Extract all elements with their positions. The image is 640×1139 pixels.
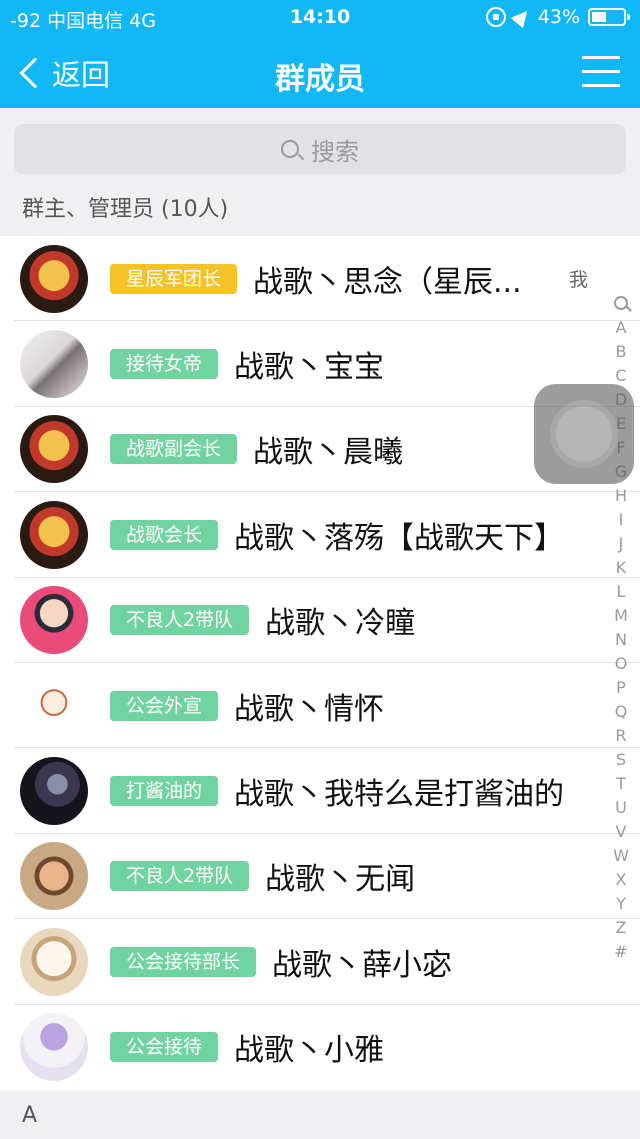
orientation-lock-icon [485, 7, 506, 27]
search-icon [281, 140, 299, 158]
index-letter[interactable]: W [613, 844, 629, 868]
search-placeholder: 搜索 [311, 137, 359, 166]
member-badge: 不良人2带队 [110, 861, 250, 892]
index-letter[interactable]: V [613, 820, 629, 844]
member-badge: 公会接待部长 [110, 946, 257, 977]
member-name: 战歌丶思念（星辰... [253, 264, 522, 300]
member-name: 战歌丶我特么是打酱油的 [234, 777, 565, 813]
app-header: -92 中国电信 4G 14:10 43% 返回 群成员 [0, 0, 640, 108]
avatar [20, 1013, 88, 1082]
menu-button[interactable] [582, 56, 620, 88]
member-name: 战歌丶晨曦 [253, 435, 404, 471]
avatar [20, 330, 88, 399]
status-right: 43% [485, 5, 630, 29]
member-name: 战歌丶冷瞳 [265, 606, 416, 642]
member-list: 星辰军团长 战歌丶思念（星辰... 我 接待女帝 战歌丶宝宝 战歌副会长 战歌丶… [0, 236, 640, 1090]
avatar [20, 500, 88, 569]
navigation-bar: 返回 群成员 [0, 38, 640, 108]
index-letter[interactable]: Q [613, 700, 629, 724]
avatar [20, 586, 88, 655]
member-badge: 公会接待 [110, 1032, 219, 1063]
index-letter[interactable]: K [613, 556, 629, 580]
location-arrow-icon [510, 5, 534, 29]
avatar [20, 842, 88, 911]
index-letter[interactable]: I [613, 508, 629, 532]
member-name: 战歌丶薛小宓 [272, 947, 453, 983]
search-icon[interactable] [614, 296, 628, 310]
search-input[interactable]: 搜索 [14, 124, 626, 174]
member-name: 战歌丶落殇【战歌天下】 [234, 520, 565, 556]
battery-icon [588, 8, 630, 26]
index-letter[interactable]: J [613, 532, 629, 556]
avatar [20, 415, 88, 484]
index-letter[interactable]: X [613, 868, 629, 892]
member-name: 战歌丶无闻 [265, 862, 416, 898]
index-letter[interactable]: S [613, 748, 629, 772]
avatar [20, 244, 88, 313]
member-badge: 战歌副会长 [110, 434, 238, 465]
member-name: 战歌丶小雅 [234, 1033, 385, 1069]
search-area: 搜索 [0, 108, 640, 184]
member-badge: 公会外宣 [110, 690, 219, 721]
list-item[interactable]: 不良人2带队 战歌丶冷瞳 [0, 578, 640, 664]
section-header-admins: 群主、管理员 (10人) [0, 184, 640, 236]
member-badge: 星辰军团长 [110, 263, 238, 294]
member-badge: 战歌会长 [110, 519, 219, 550]
list-item[interactable]: 不良人2带队 战歌丶无闻 [0, 834, 640, 920]
list-item[interactable]: 星辰军团长 战歌丶思念（星辰... 我 [0, 236, 640, 322]
index-letter[interactable]: O [613, 652, 629, 676]
index-letter[interactable]: R [613, 724, 629, 748]
list-item[interactable]: 战歌会长 战歌丶落殇【战歌天下】 [0, 492, 640, 578]
index-letter[interactable]: P [613, 676, 629, 700]
list-item[interactable]: 公会接待 战歌丶小雅 [0, 1005, 640, 1090]
assistive-touch-button[interactable] [534, 384, 634, 484]
status-bar: -92 中国电信 4G 14:10 43% [0, 0, 640, 36]
list-item[interactable]: 打酱油的 战歌丶我特么是打酱油的 [0, 748, 640, 835]
index-letter[interactable]: N [613, 628, 629, 652]
index-letter[interactable]: H [613, 484, 629, 508]
index-letter[interactable]: A [613, 316, 629, 340]
index-letter[interactable]: Z [613, 916, 629, 940]
menu-icon [582, 56, 620, 59]
index-letter[interactable]: U [613, 796, 629, 820]
member-name: 战歌丶情怀 [234, 691, 385, 727]
index-letter[interactable]: M [613, 604, 629, 628]
avatar [20, 757, 88, 826]
avatar [20, 927, 88, 996]
member-badge: 不良人2带队 [110, 605, 250, 636]
index-letter[interactable]: # [613, 940, 629, 964]
index-letter[interactable]: L [613, 580, 629, 604]
avatar [20, 671, 88, 740]
member-name: 战歌丶宝宝 [234, 350, 385, 386]
member-badge: 打酱油的 [110, 776, 219, 807]
me-label: 我 [568, 269, 588, 291]
member-badge: 接待女帝 [110, 349, 219, 380]
index-letter[interactable]: Y [613, 892, 629, 916]
section-header-a: A [0, 1090, 640, 1139]
index-letter[interactable]: B [613, 340, 629, 364]
battery-percent: 43% [537, 6, 580, 28]
index-letter[interactable]: T [613, 772, 629, 796]
list-item[interactable]: 公会外宣 战歌丶情怀 [0, 663, 640, 749]
list-item[interactable]: 公会接待部长 战歌丶薛小宓 [0, 919, 640, 1005]
page-title: 群成员 [275, 62, 365, 97]
